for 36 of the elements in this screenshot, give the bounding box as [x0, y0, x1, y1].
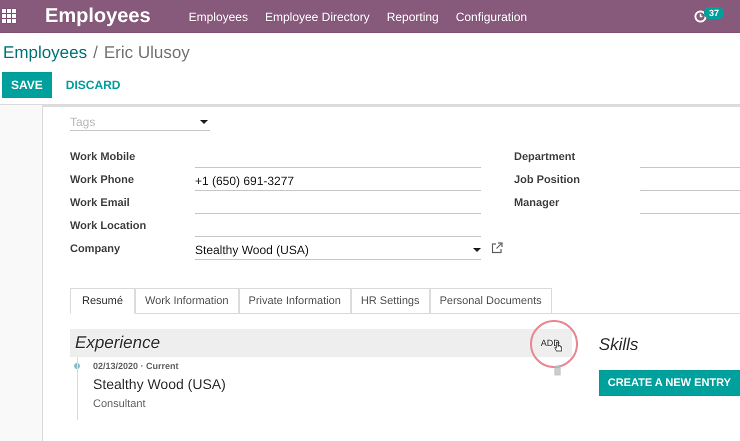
- input-field[interactable]: Stealthy Wood (USA): [195, 241, 481, 260]
- apps-menu-icon[interactable]: [2, 9, 17, 24]
- trash-icon[interactable]: [552, 365, 562, 376]
- clock-icon: [694, 10, 707, 23]
- breadcrumb-link[interactable]: Employees: [3, 43, 88, 63]
- field-label: Work Phone: [70, 174, 135, 188]
- nav-menu-item[interactable]: Employee Directory: [264, 10, 370, 24]
- field-label: Work Email: [70, 197, 131, 211]
- field-label: Job Position: [514, 174, 581, 188]
- field-label: Company: [70, 243, 122, 257]
- field-label: Department: [514, 151, 576, 165]
- app-title: Employees: [45, 5, 151, 28]
- input-field[interactable]: +1 (650) 691-3277: [195, 172, 481, 191]
- section-title: Skills: [598, 335, 638, 355]
- section-title: Experience: [75, 333, 162, 353]
- tab[interactable]: Private Information: [238, 288, 351, 314]
- tags-field[interactable]: Tags: [70, 113, 210, 131]
- tab[interactable]: Resumé: [70, 288, 135, 314]
- field-label: Work Location: [70, 220, 148, 234]
- activity-count-badge: 37: [704, 6, 724, 18]
- breadcrumb-separator: /: [93, 43, 98, 63]
- entry-company[interactable]: Stealthy Wood (USA): [93, 376, 553, 392]
- field-label: Work Mobile: [70, 151, 136, 165]
- dropdown-caret-icon[interactable]: [200, 120, 208, 124]
- tab[interactable]: HR Settings: [350, 288, 430, 314]
- entry-position: Consultant: [93, 398, 147, 410]
- nav-menu-item[interactable]: Configuration: [456, 10, 528, 24]
- add-button[interactable]: ADD: [540, 338, 560, 348]
- external-link-icon[interactable]: [491, 242, 503, 254]
- field-label: Manager: [514, 197, 560, 211]
- entry-date: 02/13/2020 · Current: [93, 361, 180, 371]
- tab[interactable]: Personal Documents: [430, 288, 552, 314]
- nav-menu-item[interactable]: Employees: [188, 10, 248, 24]
- breadcrumb-current: Eric Ulusoy: [104, 43, 190, 63]
- tab[interactable]: Work Information: [134, 288, 239, 314]
- nav-menu-item[interactable]: Reporting: [386, 10, 439, 24]
